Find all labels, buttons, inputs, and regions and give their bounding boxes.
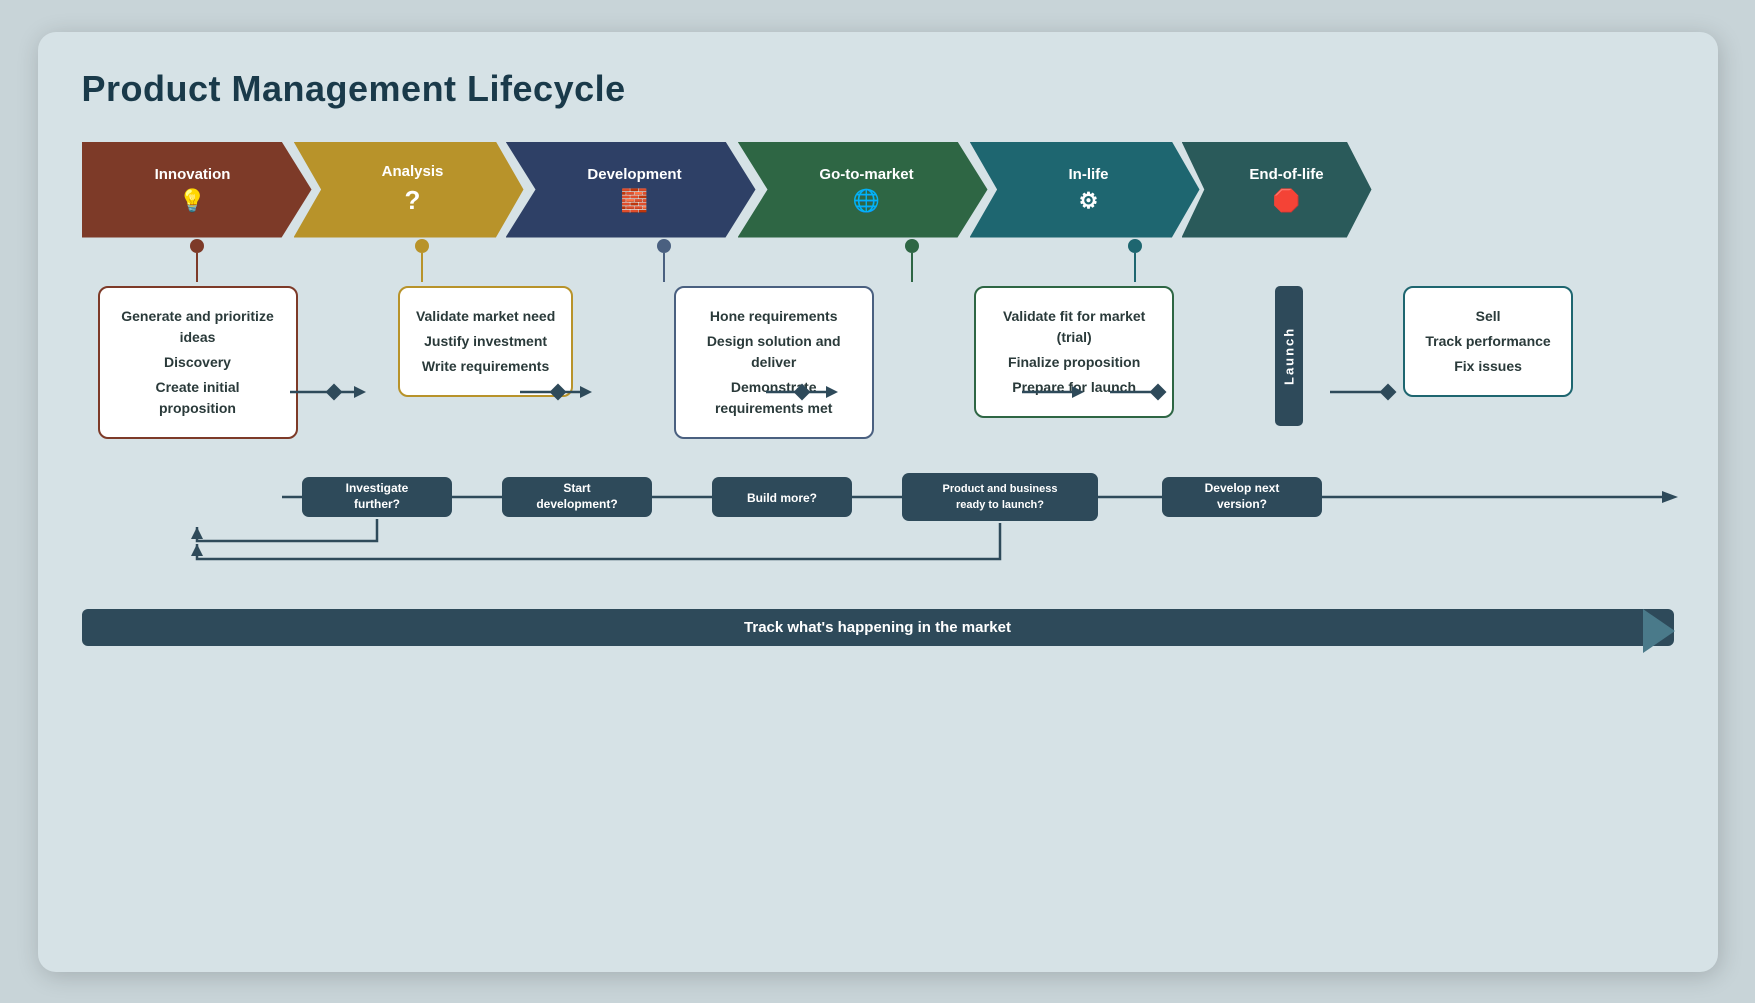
arrow-inlife: In-life ⚙ (970, 142, 1200, 238)
main-container: Product Management Lifecycle Innovation … (38, 32, 1718, 972)
svg-text:Build more?: Build more? (746, 491, 816, 505)
development-card: Hone requirements Design solution and de… (674, 286, 874, 439)
svg-text:Start: Start (563, 481, 590, 495)
track-bar: Track what's happening in the market (82, 609, 1674, 646)
launch-strip: Launch (1275, 286, 1303, 426)
arrow-innovation: Innovation 💡 (82, 142, 312, 238)
cards-section: Generate and prioritize ideas Discovery … (82, 238, 1674, 439)
track-arrow (1643, 609, 1675, 653)
gtm-card-unit: Validate fit for market (trial) Finalize… (974, 286, 1174, 418)
analysis-card-unit: Validate market need Justify investment … (398, 286, 573, 397)
svg-text:ready to launch?: ready to launch? (955, 499, 1043, 511)
arrow-gtm: Go-to-market 🌐 (738, 142, 988, 238)
innovation-card: Generate and prioritize ideas Discovery … (98, 286, 298, 439)
arrows-section: Investigate further? Start development? … (82, 459, 1674, 599)
inlife-card-unit: Sell Track performance Fix issues (1403, 286, 1573, 397)
svg-text:version?: version? (1216, 497, 1266, 511)
arrow-development: Development 🧱 (506, 142, 756, 238)
track-label: Track what's happening in the market (106, 619, 1650, 636)
analysis-card: Validate market need Justify investment … (398, 286, 573, 397)
development-card-unit: Hone requirements Design solution and de… (674, 286, 874, 439)
inlife-card: Sell Track performance Fix issues (1403, 286, 1573, 397)
decision-flow-svg: Investigate further? Start development? … (82, 459, 1674, 599)
svg-text:Develop next: Develop next (1204, 481, 1279, 495)
cards-inner-row: Generate and prioritize ideas Discovery … (82, 238, 1674, 439)
gtm-card: Validate fit for market (trial) Finalize… (974, 286, 1174, 418)
lifecycle-arrow-row: Innovation 💡 Analysis ? Development 🧱 Go… (82, 142, 1674, 238)
arrow-analysis: Analysis ? (294, 142, 524, 238)
svg-text:further?: further? (354, 497, 400, 511)
svg-text:Product and business: Product and business (942, 483, 1057, 495)
page-title: Product Management Lifecycle (82, 68, 1674, 110)
arrow-eol: End-of-life 🛑 (1182, 142, 1372, 238)
svg-text:Investigate: Investigate (345, 481, 408, 495)
svg-text:development?: development? (536, 497, 617, 511)
innovation-card-unit: Generate and prioritize ideas Discovery … (98, 286, 298, 439)
